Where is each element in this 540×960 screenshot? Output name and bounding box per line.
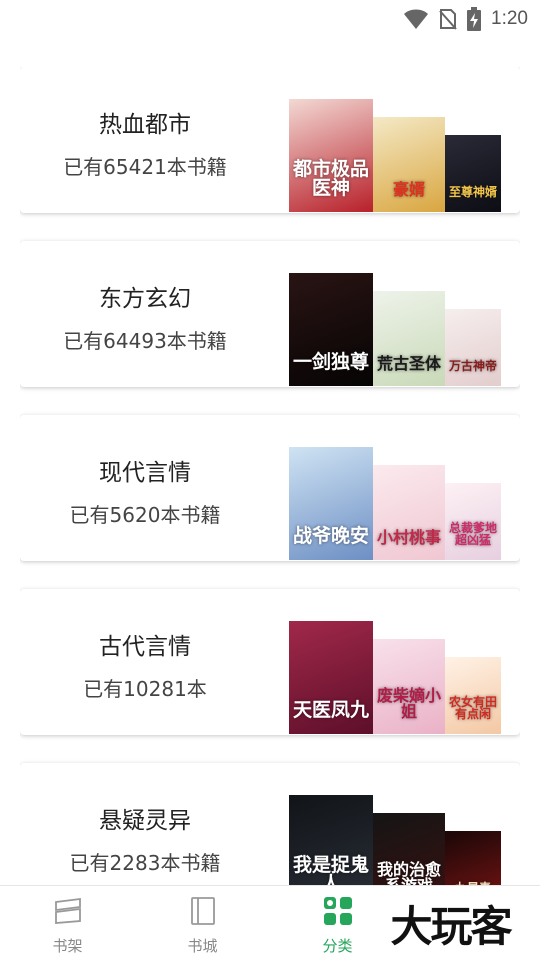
category-card[interactable]: 古代言情已有10281本天医凤九 废柴嫡小姐 农女有田有点闲 [20, 589, 520, 735]
status-icons: 1:20 [403, 6, 528, 32]
book-cover: 一剑独尊 [289, 273, 373, 386]
book-cover: 总裁爹地超凶猛 [445, 483, 501, 560]
category-card[interactable]: 东方玄幻已有64493本书籍一剑独尊 荒古圣体 万古神帝 [20, 241, 520, 387]
book-cover-title: 一剑独尊 [292, 351, 369, 373]
nav-label-bookstore: 书城 [187, 937, 218, 955]
category-title: 现代言情 [99, 460, 191, 486]
book-cover: 都市极品医神 [289, 99, 373, 212]
book-icon [190, 897, 215, 925]
nav-item-bookstore[interactable]: 书城 [135, 886, 270, 960]
category-title: 悬疑灵异 [99, 808, 191, 834]
category-list[interactable]: 热血都市 已有65421本书籍 都市极品医神 豪婿 至尊神婿 东方玄幻 已有64493本书籍… [20, 67, 520, 885]
bookshelf-icon [54, 897, 81, 924]
book-cover-title: 我的治愈系游戏 [376, 860, 441, 886]
book-cover: 农女有田有点闲 [445, 657, 501, 734]
nav-item-bookshelf[interactable]: 书架 [0, 886, 135, 960]
book-cover: 小村桃事 [373, 465, 445, 560]
category-text: 悬疑灵异已有2283本书籍 [20, 763, 270, 885]
book-cover: 九星毒 [445, 831, 501, 885]
no-sim-icon [439, 9, 457, 30]
status-time: 1:20 [491, 8, 528, 29]
category-text: 东方玄幻已有64493本书籍 [20, 241, 270, 387]
category-book-count: 已有10281本 [83, 677, 207, 701]
book-cover-title: 至尊神婿 [448, 185, 497, 199]
category-grid-icon [323, 897, 352, 925]
book-cover-title: 废柴嫡小姐 [376, 686, 441, 721]
category-book-count: 已有2283本书籍 [69, 851, 221, 875]
book-cover: 豪婿 [373, 117, 445, 212]
category-title: 东方玄幻 [99, 286, 191, 312]
battery-charging-icon [467, 7, 482, 31]
book-cover-title: 总裁爹地超凶猛 [448, 521, 497, 547]
category-title: 热血都市 [99, 112, 191, 138]
category-title: 古代言情 [99, 634, 191, 660]
category-book-count: 已有64493本书籍 [63, 329, 227, 353]
book-cover: 荒古圣体 [373, 291, 445, 386]
book-cover: 我是捉鬼人 [289, 795, 373, 885]
nav-label-bookshelf: 书架 [52, 937, 83, 955]
book-cover-title: 荒古圣体 [376, 354, 441, 373]
book-cover-title: 我是捉鬼人 [292, 854, 369, 886]
book-cover: 万古神帝 [445, 309, 501, 386]
book-cover: 天医凤九 [289, 621, 373, 734]
book-cover-title: 豪婿 [392, 180, 425, 199]
category-card[interactable]: 现代言情已有5620本书籍战爷晚安 小村桃事 总裁爹地超凶猛 [20, 415, 520, 561]
book-cover-title: 战爷晚安 [292, 525, 369, 547]
wifi-icon [404, 9, 429, 29]
category-text: 古代言情已有10281本 [20, 589, 270, 735]
book-cover: 至尊神婿 [445, 135, 501, 212]
book-cover: 我的治愈系游戏 [373, 813, 445, 885]
category-text: 现代言情已有5620本书籍 [20, 415, 270, 561]
book-cover-title: 农女有田有点闲 [448, 695, 497, 721]
book-cover: 废柴嫡小姐 [373, 639, 445, 734]
category-book-count: 已有65421本书籍 [63, 155, 227, 179]
watermark: 大玩客 [368, 893, 533, 953]
book-cover-title: 小村桃事 [376, 528, 441, 547]
book-cover: 战爷晚安 [289, 447, 373, 560]
category-book-count: 已有5620本书籍 [69, 503, 221, 527]
category-card[interactable]: 热血都市 已有65421本书籍 都市极品医神 豪婿 至尊神婿 [20, 67, 520, 213]
book-cover-title: 万古神帝 [448, 359, 497, 373]
category-card[interactable]: 悬疑灵异已有2283本书籍我是捉鬼人我的治愈系游戏九星毒 [20, 763, 520, 885]
category-text: 热血都市已有65421本书籍 [20, 67, 270, 213]
book-cover-title: 天医凤九 [292, 699, 369, 721]
book-cover-title: 都市极品医神 [292, 158, 369, 199]
status-bar: 1:20 [0, 0, 540, 40]
